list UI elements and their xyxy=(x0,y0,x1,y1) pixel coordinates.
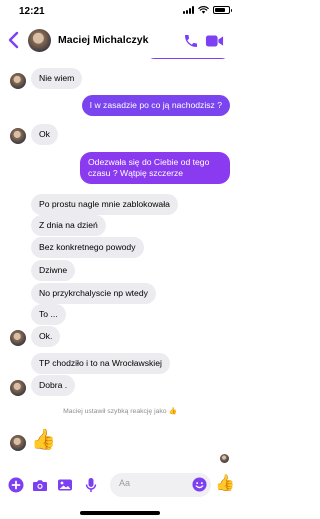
home-indicator xyxy=(80,511,160,515)
wifi-icon xyxy=(198,6,209,14)
message-bubble-incoming[interactable]: No przykrchalyscie np wtedy xyxy=(31,283,156,304)
image-icon[interactable] xyxy=(57,477,73,493)
thumbs-up-icon[interactable]: 👍 xyxy=(215,475,235,493)
cellular-signal-icon xyxy=(183,6,194,14)
back-chevron-icon[interactable] xyxy=(6,31,22,49)
message-input-box[interactable] xyxy=(110,473,211,497)
message-bubble-outgoing[interactable]: I w zasadzie po co ją nachodzisz ? xyxy=(81,95,230,116)
camera-icon[interactable] xyxy=(32,477,48,493)
system-notification: Maciej ustawił szybką reakcję jako 👍 xyxy=(63,408,177,415)
contact-name[interactable]: Maciej Michalczyk xyxy=(58,34,148,46)
seen-indicator-avatar xyxy=(220,454,229,463)
message-bubble-incoming[interactable]: Po prostu nagle mnie zablokowała xyxy=(31,194,178,215)
contact-avatar[interactable] xyxy=(28,29,51,52)
thumbs-up-reaction[interactable]: 👍 xyxy=(31,429,56,451)
message-bubble-incoming[interactable]: Nie wiem xyxy=(31,68,83,89)
sender-avatar xyxy=(10,330,26,346)
sender-avatar xyxy=(10,435,26,451)
message-bubble-incoming[interactable]: TP chodziło i to na Wrocławskiej xyxy=(31,353,170,374)
message-list[interactable]: Nie wiem I w zasadzie po co ją nachodzis… xyxy=(0,58,240,463)
plus-icon[interactable] xyxy=(8,477,24,493)
status-icons xyxy=(183,6,232,14)
conversation-header: Maciej Michalczyk xyxy=(0,22,240,58)
microphone-icon[interactable] xyxy=(83,477,99,493)
sender-avatar xyxy=(10,73,26,89)
message-bubble-outgoing[interactable]: Odezwała się do Ciebie od tego czasu ? W… xyxy=(80,152,230,184)
message-bubble-incoming[interactable]: Dobra . xyxy=(31,375,76,396)
battery-level xyxy=(215,8,226,12)
sender-avatar xyxy=(10,128,26,144)
video-camera-icon[interactable] xyxy=(205,34,224,48)
message-bubble-incoming[interactable]: Z dnia na dzień xyxy=(31,215,106,236)
message-bubble-incoming[interactable]: Bez konkretnego powody xyxy=(31,237,144,258)
message-bubble-incoming[interactable]: Ok. xyxy=(31,326,61,347)
status-time: 12:21 xyxy=(19,6,45,17)
emoji-icon[interactable] xyxy=(192,477,207,492)
sender-avatar xyxy=(10,380,26,396)
message-composer: 👍 xyxy=(0,472,240,498)
message-bubble-incoming[interactable]: To ... xyxy=(31,304,66,325)
message-bubble-incoming[interactable]: Ok xyxy=(31,124,58,145)
battery-icon xyxy=(213,6,232,14)
message-bubble-incoming[interactable]: Dziwne xyxy=(31,260,76,281)
message-input[interactable] xyxy=(119,478,189,488)
phone-icon[interactable] xyxy=(183,33,199,49)
status-bar: 12:21 xyxy=(0,0,240,22)
